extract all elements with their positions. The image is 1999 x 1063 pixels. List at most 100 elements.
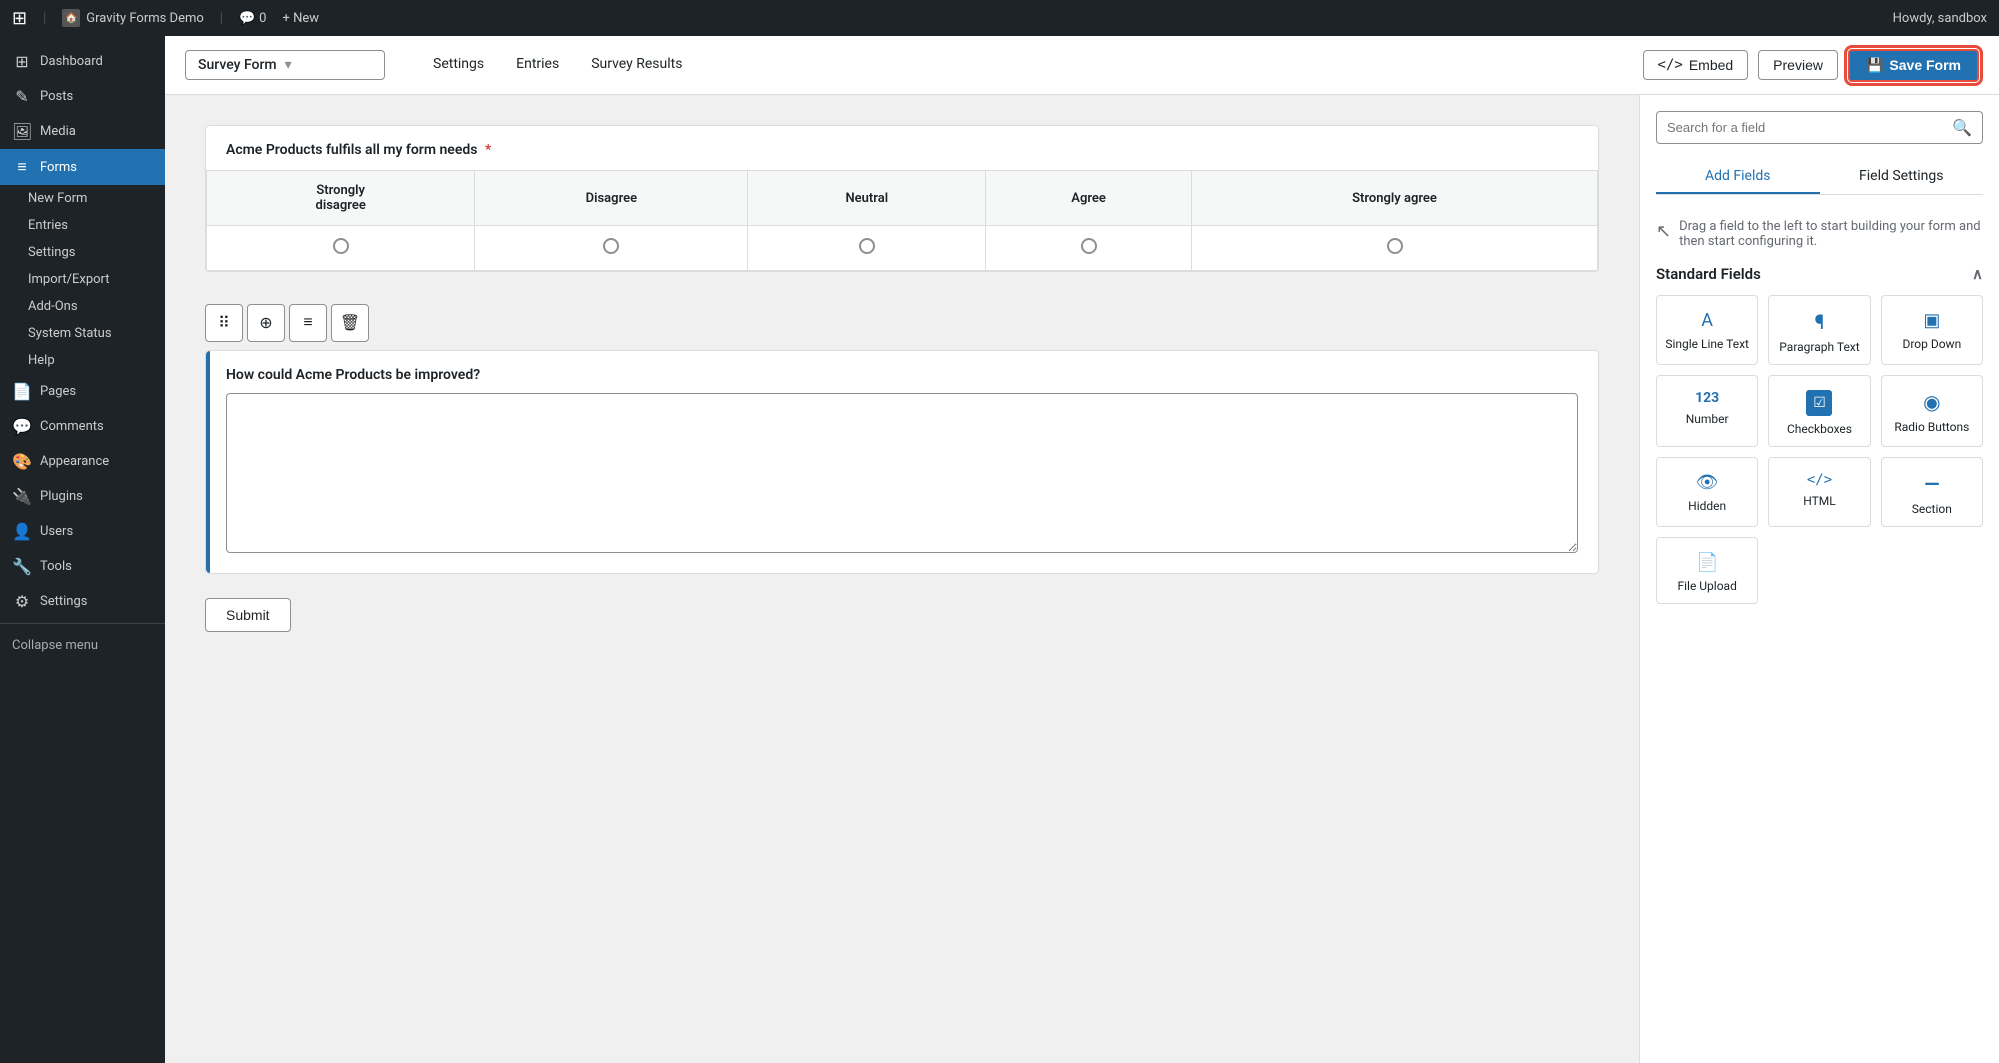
cursor-icon: ↖ — [1656, 221, 1671, 242]
likert-radio-4[interactable] — [986, 226, 1192, 271]
section-icon: — — [1924, 472, 1939, 496]
sidebar-item-appearance[interactable]: 🎨 Appearance — [0, 444, 165, 479]
right-panel: 🔍 Add Fields Field Settings ↖ Drag a fie… — [1639, 95, 1999, 1063]
submit-area: Submit — [205, 598, 1599, 632]
forms-icon: ≡ — [12, 157, 32, 177]
preview-button[interactable]: Preview — [1758, 50, 1838, 80]
greeting-text: Howdy, sandbox — [1893, 11, 1987, 26]
single-line-icon: A — [1701, 310, 1713, 331]
embed-button[interactable]: </> Embed — [1643, 50, 1749, 80]
paragraph-text-input[interactable] — [226, 393, 1578, 553]
likert-radio-3[interactable] — [748, 226, 986, 271]
number-icon: 123 — [1695, 390, 1719, 406]
settings-icon: ⚙ — [12, 592, 32, 611]
required-indicator: * — [485, 142, 491, 158]
file-upload-icon: 📄 — [1696, 552, 1718, 573]
nav-survey-results[interactable]: Survey Results — [575, 48, 698, 82]
section-collapse-icon[interactable]: ∧ — [1972, 265, 1983, 283]
drag-hint: ↖ Drag a field to the left to start buil… — [1656, 211, 1983, 265]
trash-icon: 🗑 — [340, 313, 360, 333]
field-single-line-text[interactable]: A Single Line Text — [1656, 295, 1758, 365]
save-form-button[interactable]: 💾 Save Form — [1848, 49, 1979, 82]
likert-radio-2[interactable] — [475, 226, 748, 271]
field-hidden[interactable]: 👁 Hidden — [1656, 457, 1758, 527]
sidebar-item-import-export[interactable]: Import/Export — [0, 266, 165, 293]
save-icon: 💾 — [1866, 57, 1883, 74]
field-section[interactable]: — Section — [1881, 457, 1983, 527]
field-paragraph-text[interactable]: ¶ Paragraph Text — [1768, 295, 1870, 365]
field-active-indicator — [206, 351, 210, 573]
sidebar-item-new-form[interactable]: New Form — [0, 185, 165, 212]
standard-fields-section: Standard Fields ∧ — [1656, 265, 1983, 283]
field-file-upload[interactable]: 📄 File Upload — [1656, 537, 1758, 604]
field-html[interactable]: </> HTML — [1768, 457, 1870, 527]
sidebar-item-comments[interactable]: 💬 Comments — [0, 409, 165, 444]
form-title-dropdown[interactable]: Survey Form ▾ — [185, 50, 385, 80]
embed-icon: </> — [1658, 57, 1683, 73]
tab-add-fields[interactable]: Add Fields — [1656, 160, 1820, 194]
tools-icon: 🔧 — [12, 557, 32, 576]
content-area: Survey Form ▾ Settings Entries Survey Re… — [165, 36, 1999, 1063]
sidebar-item-help[interactable]: Help — [0, 347, 165, 374]
top-bar: ⊞ | 🏠 Gravity Forms Demo | 💬 0 + New How… — [0, 0, 1999, 36]
sidebar-item-add-ons[interactable]: Add-Ons — [0, 293, 165, 320]
search-icon: 🔍 — [1952, 118, 1972, 137]
site-name[interactable]: 🏠 Gravity Forms Demo — [62, 9, 204, 27]
site-icon: 🏠 — [62, 9, 80, 27]
sidebar-item-plugins[interactable]: 🔌 Plugins — [0, 479, 165, 514]
comments-link[interactable]: 💬 0 — [239, 11, 267, 26]
nav-settings[interactable]: Settings — [417, 48, 500, 82]
likert-radio-1[interactable] — [207, 226, 475, 271]
paragraph-icon: ¶ — [1815, 310, 1825, 334]
submit-button[interactable]: Submit — [205, 598, 291, 632]
survey-question-1: Acme Products fulfils all my form needs … — [205, 125, 1599, 272]
likert-radio-5[interactable] — [1192, 226, 1598, 271]
field-checkboxes[interactable]: ☑ Checkboxes — [1768, 375, 1870, 447]
field-toolbar: ⠿ ⊕ ≡ 🗑 — [205, 296, 1599, 350]
sub-header: Survey Form ▾ Settings Entries Survey Re… — [165, 36, 1999, 95]
sidebar-item-settings-main[interactable]: ⚙ Settings — [0, 584, 165, 619]
move-handle[interactable]: ⠿ — [205, 304, 243, 342]
chevron-down-icon: ▾ — [285, 57, 292, 73]
panel-tabs: Add Fields Field Settings — [1656, 160, 1983, 195]
pages-icon: 📄 — [12, 382, 32, 401]
sidebar-item-users[interactable]: 👤 Users — [0, 514, 165, 549]
field-radio-buttons[interactable]: ◉ Radio Buttons — [1881, 375, 1983, 447]
new-button[interactable]: + New — [282, 11, 319, 26]
duplicate-icon: ⊕ — [259, 313, 272, 333]
form-editor: Acme Products fulfils all my form needs … — [165, 95, 1639, 1063]
form-title-text: Survey Form — [198, 57, 277, 73]
question-2-label: How could Acme Products be improved? — [226, 367, 1578, 383]
field-drop-down[interactable]: ▣ Drop Down — [1881, 295, 1983, 365]
media-icon: 🖼 — [12, 122, 32, 141]
users-icon: 👤 — [12, 522, 32, 541]
tab-field-settings[interactable]: Field Settings — [1820, 160, 1984, 194]
likert-col-4: Agree — [986, 171, 1192, 226]
sidebar-item-posts[interactable]: ✎ Posts — [0, 79, 165, 114]
question-1-label: Acme Products fulfils all my form needs … — [206, 126, 1598, 170]
sidebar-item-system-status[interactable]: System Status — [0, 320, 165, 347]
search-input[interactable] — [1667, 120, 1952, 135]
delete-field-button[interactable]: 🗑 — [331, 304, 369, 342]
likert-table: Stronglydisagree Disagree Neutral Agree … — [206, 170, 1598, 271]
sidebar-item-forms[interactable]: ≡ Forms — [0, 149, 165, 185]
collapse-menu-button[interactable]: Collapse menu — [0, 628, 165, 663]
hidden-icon: 👁 — [1696, 472, 1719, 493]
sidebar-item-dashboard[interactable]: ⊞ Dashboard — [0, 44, 165, 79]
nav-entries[interactable]: Entries — [500, 48, 575, 82]
field-number[interactable]: 123 Number — [1656, 375, 1758, 447]
sidebar-item-entries[interactable]: Entries — [0, 212, 165, 239]
duplicate-field-button[interactable]: ⊕ — [247, 304, 285, 342]
wp-logo-icon: ⊞ — [12, 8, 27, 29]
survey-question-2: How could Acme Products be improved? — [205, 350, 1599, 574]
field-settings-button[interactable]: ≡ — [289, 304, 327, 342]
sidebar-item-tools[interactable]: 🔧 Tools — [0, 549, 165, 584]
sidebar-item-media[interactable]: 🖼 Media — [0, 114, 165, 149]
sidebar-item-pages[interactable]: 📄 Pages — [0, 374, 165, 409]
header-actions: </> Embed Preview 💾 Save Form — [1643, 49, 1979, 82]
move-icon: ⠿ — [218, 313, 230, 333]
sidebar-item-settings[interactable]: Settings — [0, 239, 165, 266]
editor-layout: Acme Products fulfils all my form needs … — [165, 95, 1999, 1063]
field-search-container: 🔍 — [1656, 111, 1983, 144]
checkboxes-icon: ☑ — [1806, 390, 1832, 416]
